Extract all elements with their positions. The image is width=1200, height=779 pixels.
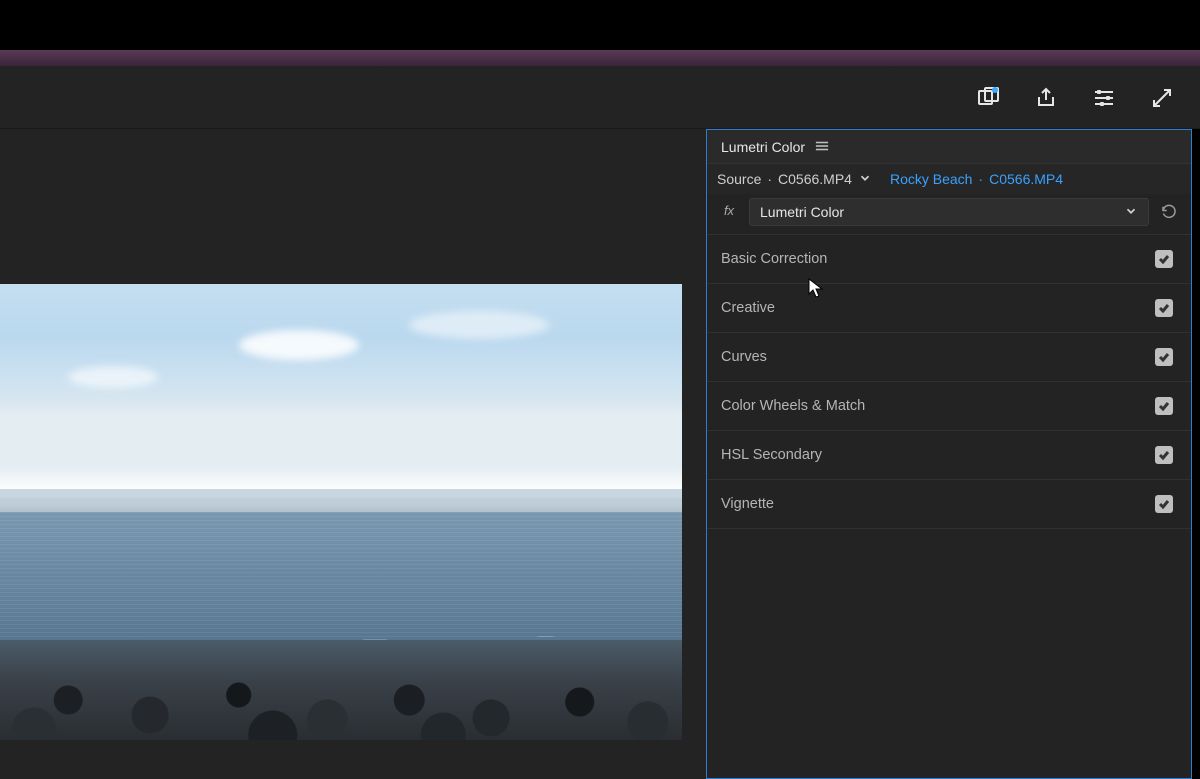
section-checkbox[interactable] [1155, 397, 1173, 415]
lumetri-color-panel: Lumetri Color Source · C0566.MP4 Rocky B… [706, 129, 1192, 779]
program-monitor [0, 129, 706, 779]
source-label: Source [717, 171, 761, 187]
check-icon [1158, 253, 1170, 265]
effect-dropdown[interactable]: Lumetri Color [749, 198, 1149, 226]
chevron-down-icon [1124, 204, 1138, 221]
section-creative[interactable]: Creative [707, 284, 1191, 333]
section-label: Color Wheels & Match [721, 398, 865, 414]
section-checkbox[interactable] [1155, 495, 1173, 513]
reset-button[interactable] [1157, 200, 1181, 224]
section-label: Basic Correction [721, 251, 827, 267]
sequence-clip[interactable]: C0566.MP4 [989, 171, 1063, 187]
check-icon [1158, 498, 1170, 510]
check-icon [1158, 351, 1170, 363]
section-checkbox[interactable] [1155, 299, 1173, 317]
dot-sep-2: · [978, 171, 983, 187]
fx-badge[interactable]: fx [717, 203, 741, 221]
check-icon [1158, 302, 1170, 314]
section-basic-correction[interactable]: Basic Correction [707, 235, 1191, 284]
fullscreen-button[interactable] [1148, 84, 1176, 112]
section-label: HSL Secondary [721, 447, 822, 463]
section-vignette[interactable]: Vignette [707, 480, 1191, 529]
workspace-switcher-button[interactable] [974, 84, 1002, 112]
sequence-link[interactable]: Rocky Beach [890, 171, 972, 187]
fullscreen-icon [1150, 86, 1174, 110]
effect-row: fx Lumetri Color [707, 194, 1191, 230]
workspace-icon [976, 86, 1000, 110]
letterbox-top [0, 0, 1200, 50]
preview-image[interactable] [0, 284, 682, 740]
reset-icon [1160, 203, 1178, 221]
section-color-wheels-match[interactable]: Color Wheels & Match [707, 382, 1191, 431]
panel-title: Lumetri Color [721, 139, 805, 155]
section-label: Creative [721, 300, 775, 316]
dot-sep: · [767, 171, 772, 187]
export-icon [1034, 86, 1058, 110]
section-label: Curves [721, 349, 767, 365]
section-checkbox[interactable] [1155, 348, 1173, 366]
section-curves[interactable]: Curves [707, 333, 1191, 382]
chevron-down-icon[interactable] [858, 171, 872, 188]
effect-name: Lumetri Color [760, 204, 844, 220]
panel-menu-icon[interactable] [815, 139, 829, 155]
check-icon [1158, 449, 1170, 461]
quick-settings-button[interactable] [1090, 84, 1118, 112]
section-checkbox[interactable] [1155, 446, 1173, 464]
window-chrome-strip [0, 50, 1200, 66]
section-checkbox[interactable] [1155, 250, 1173, 268]
settings-sliders-icon [1092, 86, 1116, 110]
check-icon [1158, 400, 1170, 412]
panel-header[interactable]: Lumetri Color [707, 130, 1191, 164]
workspace: Lumetri Color Source · C0566.MP4 Rocky B… [0, 129, 1200, 779]
section-hsl-secondary[interactable]: HSL Secondary [707, 431, 1191, 480]
section-label: Vignette [721, 496, 774, 512]
source-line[interactable]: Source · C0566.MP4 Rocky Beach · C0566.M… [707, 164, 1191, 194]
source-clip: C0566.MP4 [778, 171, 852, 187]
app-toolbar [0, 66, 1200, 129]
export-button[interactable] [1032, 84, 1060, 112]
